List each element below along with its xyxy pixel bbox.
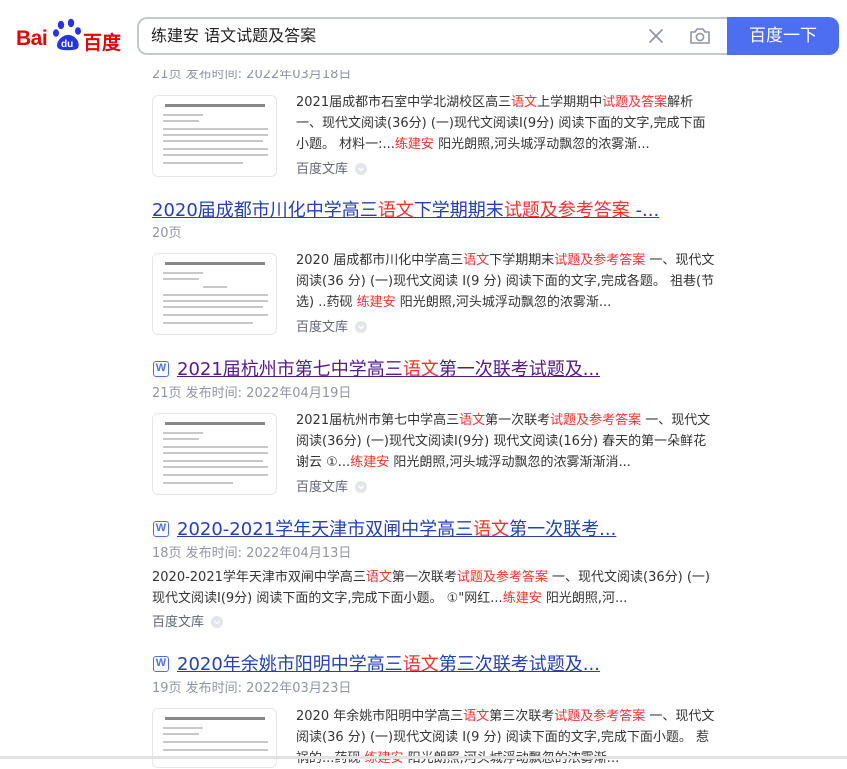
result-4-source[interactable]: 百度文库 xyxy=(152,614,224,632)
result-3-meta: 21页 发布时间: 2022年04月19日 xyxy=(152,386,352,401)
baidu-logo[interactable]: Bai du 百度 xyxy=(16,18,122,54)
highlight-keyword: 练建安 xyxy=(350,455,390,470)
highlight-keyword: 试题及参考答案 xyxy=(550,413,642,428)
result-2-description: 2020 届成都市川化中学高三语文下学期期末试题及参考答案 一、现代文阅读(36… xyxy=(296,250,718,313)
camera-icon[interactable] xyxy=(689,26,711,46)
source-label: 百度文库 xyxy=(296,480,349,495)
text-segment: 2020 届成都市川化中学高三 xyxy=(296,253,464,268)
highlight-keyword: 练建安 xyxy=(394,137,434,152)
result-5-description: 2020 年余姚市阳明中学高三语文第三次联考试题及参考答案 一、现代文阅读(36… xyxy=(296,706,718,769)
result-3-description: 2021届杭州市第七中学高三语文第一次联考试题及参考答案 一、现代文阅读(36分… xyxy=(296,410,718,473)
text-segment: 2021届杭州市第七中学高三 xyxy=(177,359,403,380)
text-segment: 2020届成都市川化中学高三 xyxy=(152,200,378,221)
text-segment: 第一次联考 xyxy=(391,570,457,585)
text-segment: 2020-2021学年天津市双闸中学高三 xyxy=(152,570,366,585)
search-button[interactable]: 百度一下 xyxy=(727,17,839,55)
text-segment: 上学期期中 xyxy=(537,95,603,110)
text-segment: 2020-2021学年天津市双闸中学高三 xyxy=(177,519,474,540)
search-input[interactable]: 练建安 语文试题及答案 xyxy=(151,19,621,53)
text-segment: 第一次联考... xyxy=(509,519,617,540)
text-segment: 下学期期末 xyxy=(413,200,504,221)
search-header: Bai du 百度 练建安 语文试题及答案 百度一下 xyxy=(0,0,847,70)
text-segment: 2021届成都市石室中学北湖校区高三 xyxy=(296,95,512,110)
word-doc-icon: W xyxy=(153,361,169,377)
baidu-paw-logo-icon: du xyxy=(53,18,81,51)
highlight-keyword: 练建安 xyxy=(356,295,396,310)
text-segment: 阳光朗照,河头城浮动飘忽的浓雾渐... xyxy=(395,295,612,310)
result-4-title-link[interactable]: 2020-2021学年天津市双闸中学高三语文第一次联考... xyxy=(177,518,616,542)
text-segment: 阳光朗照,河头城浮动飘忽的浓雾渐渐消... xyxy=(389,455,631,470)
text-segment: -... xyxy=(629,200,660,221)
result-2-thumbnail[interactable] xyxy=(152,253,277,335)
highlight-keyword: 语文 xyxy=(463,709,490,724)
text-segment: 2020年余姚市阳明中学高三 xyxy=(177,654,403,675)
clear-icon[interactable] xyxy=(647,27,665,45)
highlight-keyword: 试题及参考答案 xyxy=(554,709,646,724)
highlight-keyword: 语文 xyxy=(402,359,439,380)
highlight-keyword: 语文 xyxy=(402,654,439,675)
highlight-keyword: 语文 xyxy=(459,413,486,428)
source-label: 百度文库 xyxy=(296,162,349,177)
text-segment: 下学期期末 xyxy=(489,253,555,268)
word-doc-icon: W xyxy=(153,656,169,672)
text-segment: 阳光朗照,河... xyxy=(541,591,628,606)
result-4-description: 2020-2021学年天津市双闸中学高三语文第一次联考试题及参考答案 一、现代文… xyxy=(152,567,718,609)
highlight-keyword: 语文 xyxy=(365,570,392,585)
highlight-keyword: 试题及参考答案 xyxy=(503,200,630,221)
highlight-keyword: 练建安 xyxy=(502,591,542,606)
text-segment: 阳光朗照,河头城浮动飘忽的浓雾渐... xyxy=(433,137,650,152)
text-segment: 第三次联考试题及... xyxy=(438,654,600,675)
text-segment: 第三次联考 xyxy=(489,709,555,724)
source-label: 百度文库 xyxy=(152,615,205,630)
text-segment: 2020 年余姚市阳明中学高三 xyxy=(296,709,464,724)
result-1-source[interactable]: 百度文库 xyxy=(296,161,368,179)
result-5-title-link[interactable]: 2020年余姚市阳明中学高三语文第三次联考试题及... xyxy=(177,653,600,677)
text-segment: 2021届杭州市第七中学高三 xyxy=(296,413,460,428)
source-label: 百度文库 xyxy=(296,320,349,335)
highlight-keyword: 试题及参考答案 xyxy=(554,253,646,268)
highlight-keyword: 语文 xyxy=(473,519,510,540)
dropdown-arrow-icon[interactable] xyxy=(355,481,368,493)
logo-text-baidu-cn: 百度 xyxy=(83,32,122,54)
result-2-source[interactable]: 百度文库 xyxy=(296,319,368,337)
result-3-source[interactable]: 百度文库 xyxy=(296,479,368,497)
result-4-meta: 18页 发布时间: 2022年04月13日 xyxy=(152,546,352,561)
result-5-meta: 19页 发布时间: 2022年03月23日 xyxy=(152,681,352,696)
dropdown-arrow-icon[interactable] xyxy=(355,163,368,175)
highlight-keyword: 试题及答案 xyxy=(602,95,668,110)
result-3-thumbnail[interactable] xyxy=(152,413,277,495)
text-segment: 第一次联考 xyxy=(485,413,551,428)
dropdown-arrow-icon[interactable] xyxy=(355,321,368,333)
highlight-keyword: 语文 xyxy=(463,253,490,268)
highlight-keyword: 语文 xyxy=(511,95,538,110)
highlight-keyword: 语文 xyxy=(377,200,414,221)
result-1-description: 2021届成都市石室中学北湖校区高三语文上学期期中试题及答案解析 一、现代文阅读… xyxy=(296,92,718,155)
text-segment: 第一次联考试题及... xyxy=(438,359,600,380)
result-2-title-link[interactable]: 2020届成都市川化中学高三语文下学期期末试题及参考答案 -... xyxy=(152,199,659,223)
logo-text-du: du xyxy=(61,39,73,50)
highlight-keyword: 试题及参考答案 xyxy=(456,570,548,585)
logo-text-bai: Bai xyxy=(16,27,48,50)
dropdown-arrow-icon[interactable] xyxy=(211,616,224,628)
result-2-meta: 20页 xyxy=(152,226,182,241)
word-doc-icon: W xyxy=(153,521,169,537)
search-box[interactable]: 练建安 语文试题及答案 xyxy=(137,17,727,55)
result-5-thumbnail[interactable] xyxy=(152,708,277,768)
result-1-thumbnail[interactable] xyxy=(152,95,277,177)
result-3-title-link[interactable]: 2021届杭州市第七中学高三语文第一次联考试题及... xyxy=(177,358,600,382)
